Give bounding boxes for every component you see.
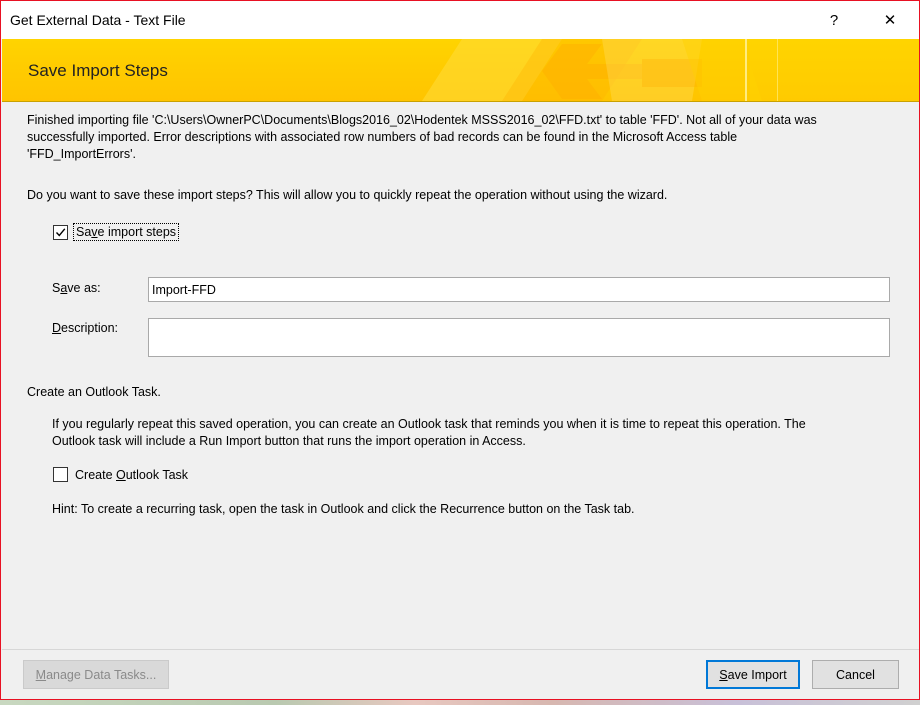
import-result-line-3: 'FFD_ImportErrors'. (27, 147, 136, 161)
help-icon: ? (829, 11, 839, 29)
close-button[interactable]: ✕ (867, 1, 913, 39)
save-import-button[interactable]: Save Import (706, 660, 800, 689)
outlook-section-title: Create an Outlook Task. (27, 385, 161, 399)
save-import-steps-checkbox[interactable] (53, 225, 68, 240)
import-result-line-1: Finished importing file 'C:\Users\OwnerP… (27, 113, 817, 127)
outlook-info-line-1: If you regularly repeat this saved opera… (52, 417, 806, 431)
header-banner: Save Import Steps (2, 39, 919, 102)
save-as-label: Save as: (52, 281, 101, 295)
window-title: Get External Data - Text File (10, 12, 186, 28)
manage-data-tasks-button[interactable]: Manage Data Tasks... (23, 660, 169, 689)
close-icon: ✕ (883, 12, 897, 29)
save-steps-question: Do you want to save these import steps? … (27, 188, 668, 202)
import-result-line-2: successfully imported. Error description… (27, 130, 738, 144)
outlook-hint: Hint: To create a recurring task, open t… (52, 502, 635, 516)
save-import-steps-label[interactable]: Save import steps (72, 223, 180, 241)
create-outlook-task-label[interactable]: Create Outlook Task (75, 467, 188, 484)
save-as-input[interactable] (148, 277, 890, 302)
create-outlook-task-checkbox[interactable] (53, 467, 68, 482)
title-bar: Get External Data - Text File ? ✕ (1, 1, 919, 39)
footer-divider (2, 649, 919, 650)
checkmark-icon (55, 228, 66, 237)
banner-title: Save Import Steps (28, 61, 168, 80)
dialog-window: Get External Data - Text File ? ✕ Save I… (0, 0, 920, 700)
description-label: Description: (52, 321, 119, 335)
description-input[interactable] (148, 318, 890, 357)
cancel-button[interactable]: Cancel (812, 660, 899, 689)
outlook-info-line-2: Outlook task will include a Run Import b… (52, 434, 526, 448)
help-button[interactable]: ? (811, 1, 857, 39)
